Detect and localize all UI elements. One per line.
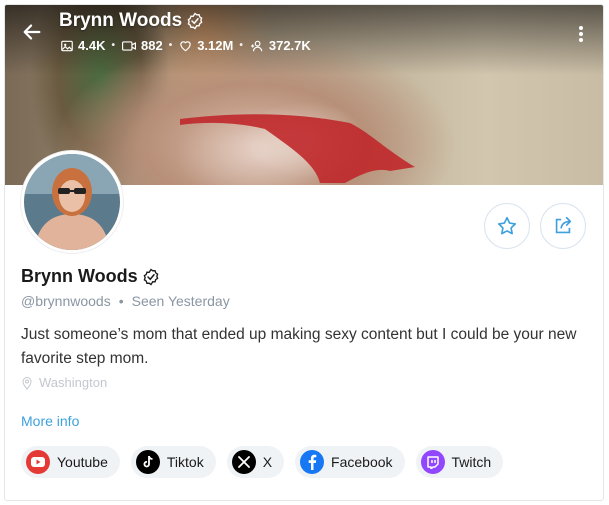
- social-facebook-label: Facebook: [331, 454, 393, 470]
- tiktok-icon: [135, 450, 160, 474]
- avatar-photo: [24, 154, 120, 250]
- verified-icon: [187, 12, 203, 30]
- fans-icon: [251, 40, 263, 51]
- last-seen-value: Yesterday: [167, 293, 230, 309]
- cover-photo-detail: [180, 114, 415, 183]
- profile-bio: Just someone’s mom that ended up making …: [21, 326, 577, 367]
- separator-dot: •: [239, 40, 243, 51]
- share-button[interactable]: [540, 203, 586, 249]
- social-facebook-link[interactable]: Facebook: [295, 446, 405, 478]
- profile-card: Brynn Woods 4.4K • 882 • 3.12M • 372.7K …: [4, 4, 604, 501]
- back-arrow-icon[interactable]: [21, 21, 43, 43]
- more-info-link[interactable]: More info: [21, 413, 79, 429]
- video-icon: [121, 40, 136, 51]
- separator-dot: •: [118, 293, 124, 309]
- header-name: Brynn Woods: [59, 10, 204, 32]
- profile-location: Washington: [21, 375, 107, 390]
- facebook-icon: [300, 450, 325, 474]
- youtube-icon: [26, 450, 50, 474]
- location-pin-icon: [22, 376, 32, 390]
- header-name-text: Brynn Woods: [59, 10, 183, 31]
- stat-fans: 372.7K: [249, 38, 311, 53]
- stat-videos: 882: [121, 38, 163, 53]
- stat-photos: 4.4K: [60, 38, 105, 53]
- social-youtube-label: Youtube: [57, 454, 108, 470]
- image-icon: [61, 40, 73, 51]
- stat-photos-value: 4.4K: [78, 38, 106, 53]
- more-options-icon[interactable]: [573, 23, 589, 45]
- social-tiktok-link[interactable]: Tiktok: [130, 446, 216, 478]
- profile-name-text: Brynn Woods: [21, 266, 138, 286]
- verified-icon: [143, 268, 159, 285]
- social-tiktok-label: Tiktok: [166, 454, 204, 470]
- separator-dot: •: [168, 40, 173, 51]
- social-x-label: X: [262, 454, 273, 470]
- location-text: Washington: [39, 375, 108, 390]
- stat-likes-value: 3.12M: [197, 38, 234, 53]
- favorite-button[interactable]: [484, 203, 530, 249]
- social-twitch-link[interactable]: Twitch: [415, 446, 504, 478]
- separator-dot: •: [111, 40, 115, 51]
- twitch-icon: [420, 450, 445, 474]
- profile-name: Brynn Woods: [21, 266, 160, 287]
- heart-icon: [180, 40, 191, 51]
- share-icon: [555, 216, 572, 234]
- profile-handle: @brynnwoods: [21, 293, 111, 309]
- star-icon: [497, 216, 517, 235]
- stats-bar: 4.4K • 882 • 3.12M • 372.7K: [60, 38, 311, 53]
- avatar[interactable]: [21, 151, 123, 253]
- last-seen: Seen Yesterday: [132, 293, 230, 309]
- last-seen-label: Seen: [131, 293, 165, 309]
- social-youtube-link[interactable]: Youtube: [21, 446, 120, 478]
- social-links: Youtube Tiktok X Facebook Twitch: [21, 446, 504, 478]
- stat-likes: 3.12M: [178, 38, 233, 53]
- stat-videos-value: 882: [140, 38, 163, 53]
- x-icon: [231, 450, 256, 474]
- social-x-link[interactable]: X: [226, 446, 285, 478]
- social-twitch-label: Twitch: [451, 454, 492, 470]
- profile-meta: @brynnwoods • Seen Yesterday: [21, 293, 230, 309]
- stat-fans-value: 372.7K: [268, 38, 311, 53]
